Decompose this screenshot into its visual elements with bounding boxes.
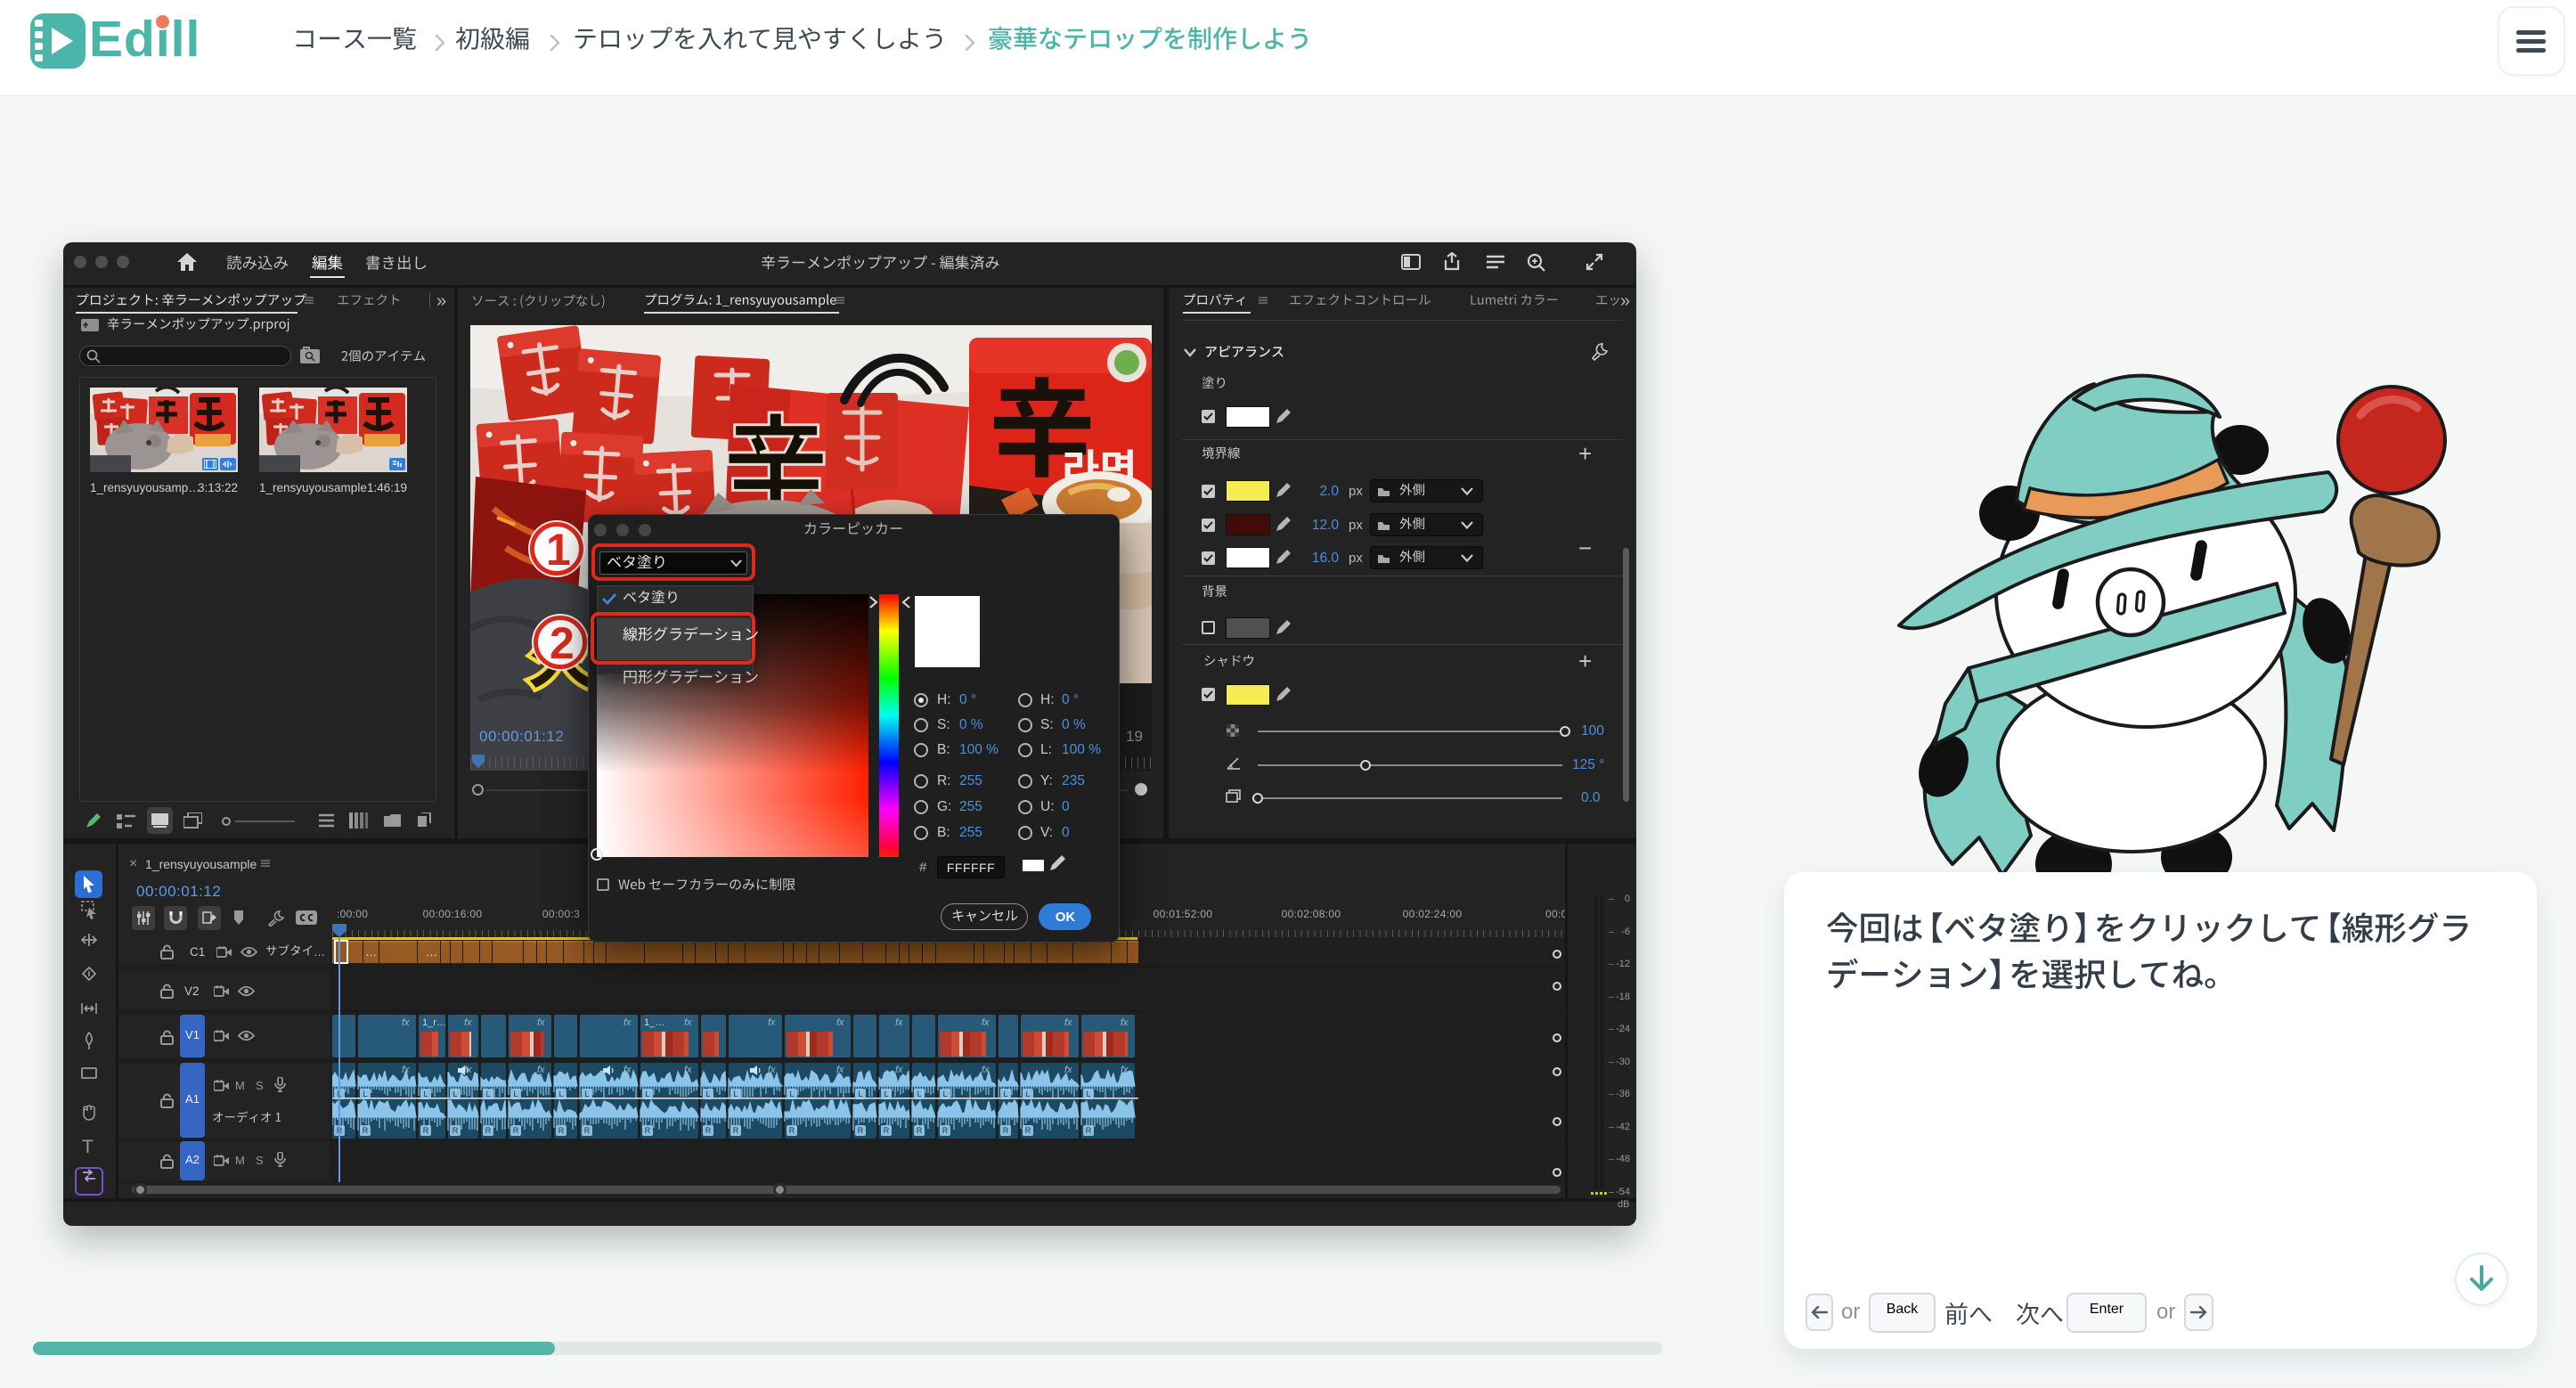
svg-text:fx: fx (537, 1065, 545, 1075)
svg-text:fx: fx (836, 1065, 844, 1075)
svg-text:fx: fx (402, 1065, 410, 1075)
svg-text:fx: fx (1121, 1065, 1129, 1075)
svg-text:fx: fx (895, 1065, 903, 1075)
svg-text:fx: fx (982, 1065, 990, 1075)
svg-text:fx: fx (1064, 1065, 1072, 1075)
svg-text:fx: fx (624, 1065, 632, 1075)
svg-text:fx: fx (768, 1065, 776, 1075)
svg-text:fx: fx (684, 1065, 692, 1075)
